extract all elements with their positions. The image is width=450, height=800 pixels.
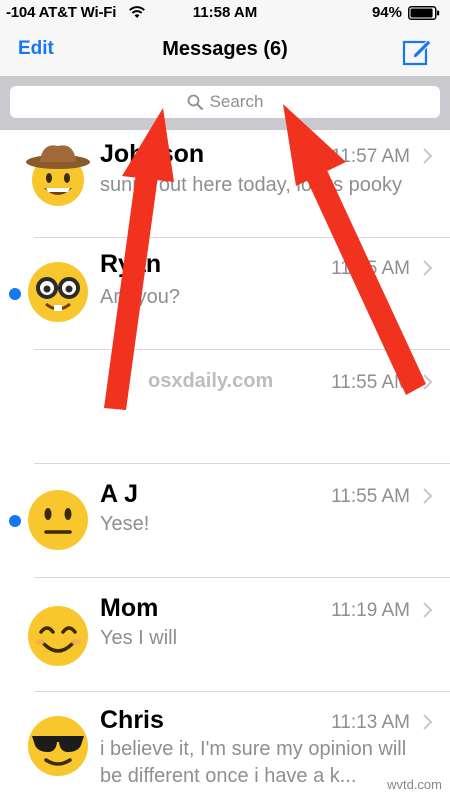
unread-indicator — [9, 288, 21, 300]
compose-icon[interactable] — [402, 36, 432, 66]
search-bar-container: Search — [0, 76, 450, 130]
page-title: Messages (6) — [162, 38, 288, 60]
conversation-row[interactable]: Ryan 11:55 AM Are you? — [0, 238, 450, 350]
message-time: 11:55 AM — [331, 486, 410, 507]
watermark-text: osxdaily.com — [148, 370, 274, 392]
message-time: 11:55 AM — [331, 258, 410, 279]
unread-indicator — [9, 515, 21, 527]
sender-name: Johnson — [100, 140, 205, 168]
sunglasses-emoji-icon — [28, 716, 88, 776]
corner-watermark: wvtd.com — [387, 777, 442, 792]
message-preview: i believe it, I'm sure my opinion will b… — [100, 738, 407, 787]
conversation-row[interactable]: A J 11:55 AM Yese! — [0, 464, 450, 578]
message-preview: Yes I will — [100, 627, 178, 649]
conversation-row[interactable]: osxdaily.com 11:55 AM — [0, 350, 450, 464]
cowboy-emoji-icon — [26, 145, 90, 206]
navigation-bar: Edit Messages (6) — [0, 26, 450, 76]
neutral-emoji-icon — [28, 490, 88, 550]
conversation-row[interactable]: Mom 11:19 AM Yes I will — [0, 578, 450, 692]
message-time: 11:13 AM — [331, 712, 410, 733]
search-icon — [187, 94, 203, 110]
nerd-emoji-icon — [28, 262, 88, 322]
status-bar: -104 AT&T Wi-Fi 11:58 AM 94% — [0, 0, 450, 26]
message-preview: sunny out here today, looks pooky — [100, 174, 403, 196]
message-time: 11:55 AM — [331, 372, 410, 393]
chevron-right-icon — [423, 260, 433, 276]
smile-emoji-icon — [28, 606, 88, 666]
chevron-right-icon — [423, 374, 433, 390]
search-input[interactable]: Search — [10, 86, 440, 118]
message-preview: Are you? — [100, 286, 181, 308]
sender-name: Ryan — [100, 250, 162, 278]
chevron-right-icon — [423, 148, 433, 164]
chevron-right-icon — [423, 602, 433, 618]
chevron-right-icon — [423, 488, 433, 504]
conversation-row[interactable]: Johnson 11:57 AM sunny out here today, l… — [0, 130, 450, 238]
sender-name: Mom — [100, 594, 159, 622]
chevron-right-icon — [423, 714, 433, 730]
message-preview: Yese! — [100, 513, 150, 535]
sender-name: A J — [100, 480, 138, 508]
battery-percent: 94% — [371, 4, 402, 21]
conversation-row[interactable]: Chris 11:13 AM i believe it, I'm sure my… — [0, 692, 450, 800]
sender-name: Chris — [100, 706, 164, 734]
search-placeholder: Search — [209, 92, 264, 111]
message-time: 11:19 AM — [331, 600, 410, 621]
message-time: 11:57 AM — [331, 146, 410, 167]
battery-icon — [408, 6, 440, 20]
